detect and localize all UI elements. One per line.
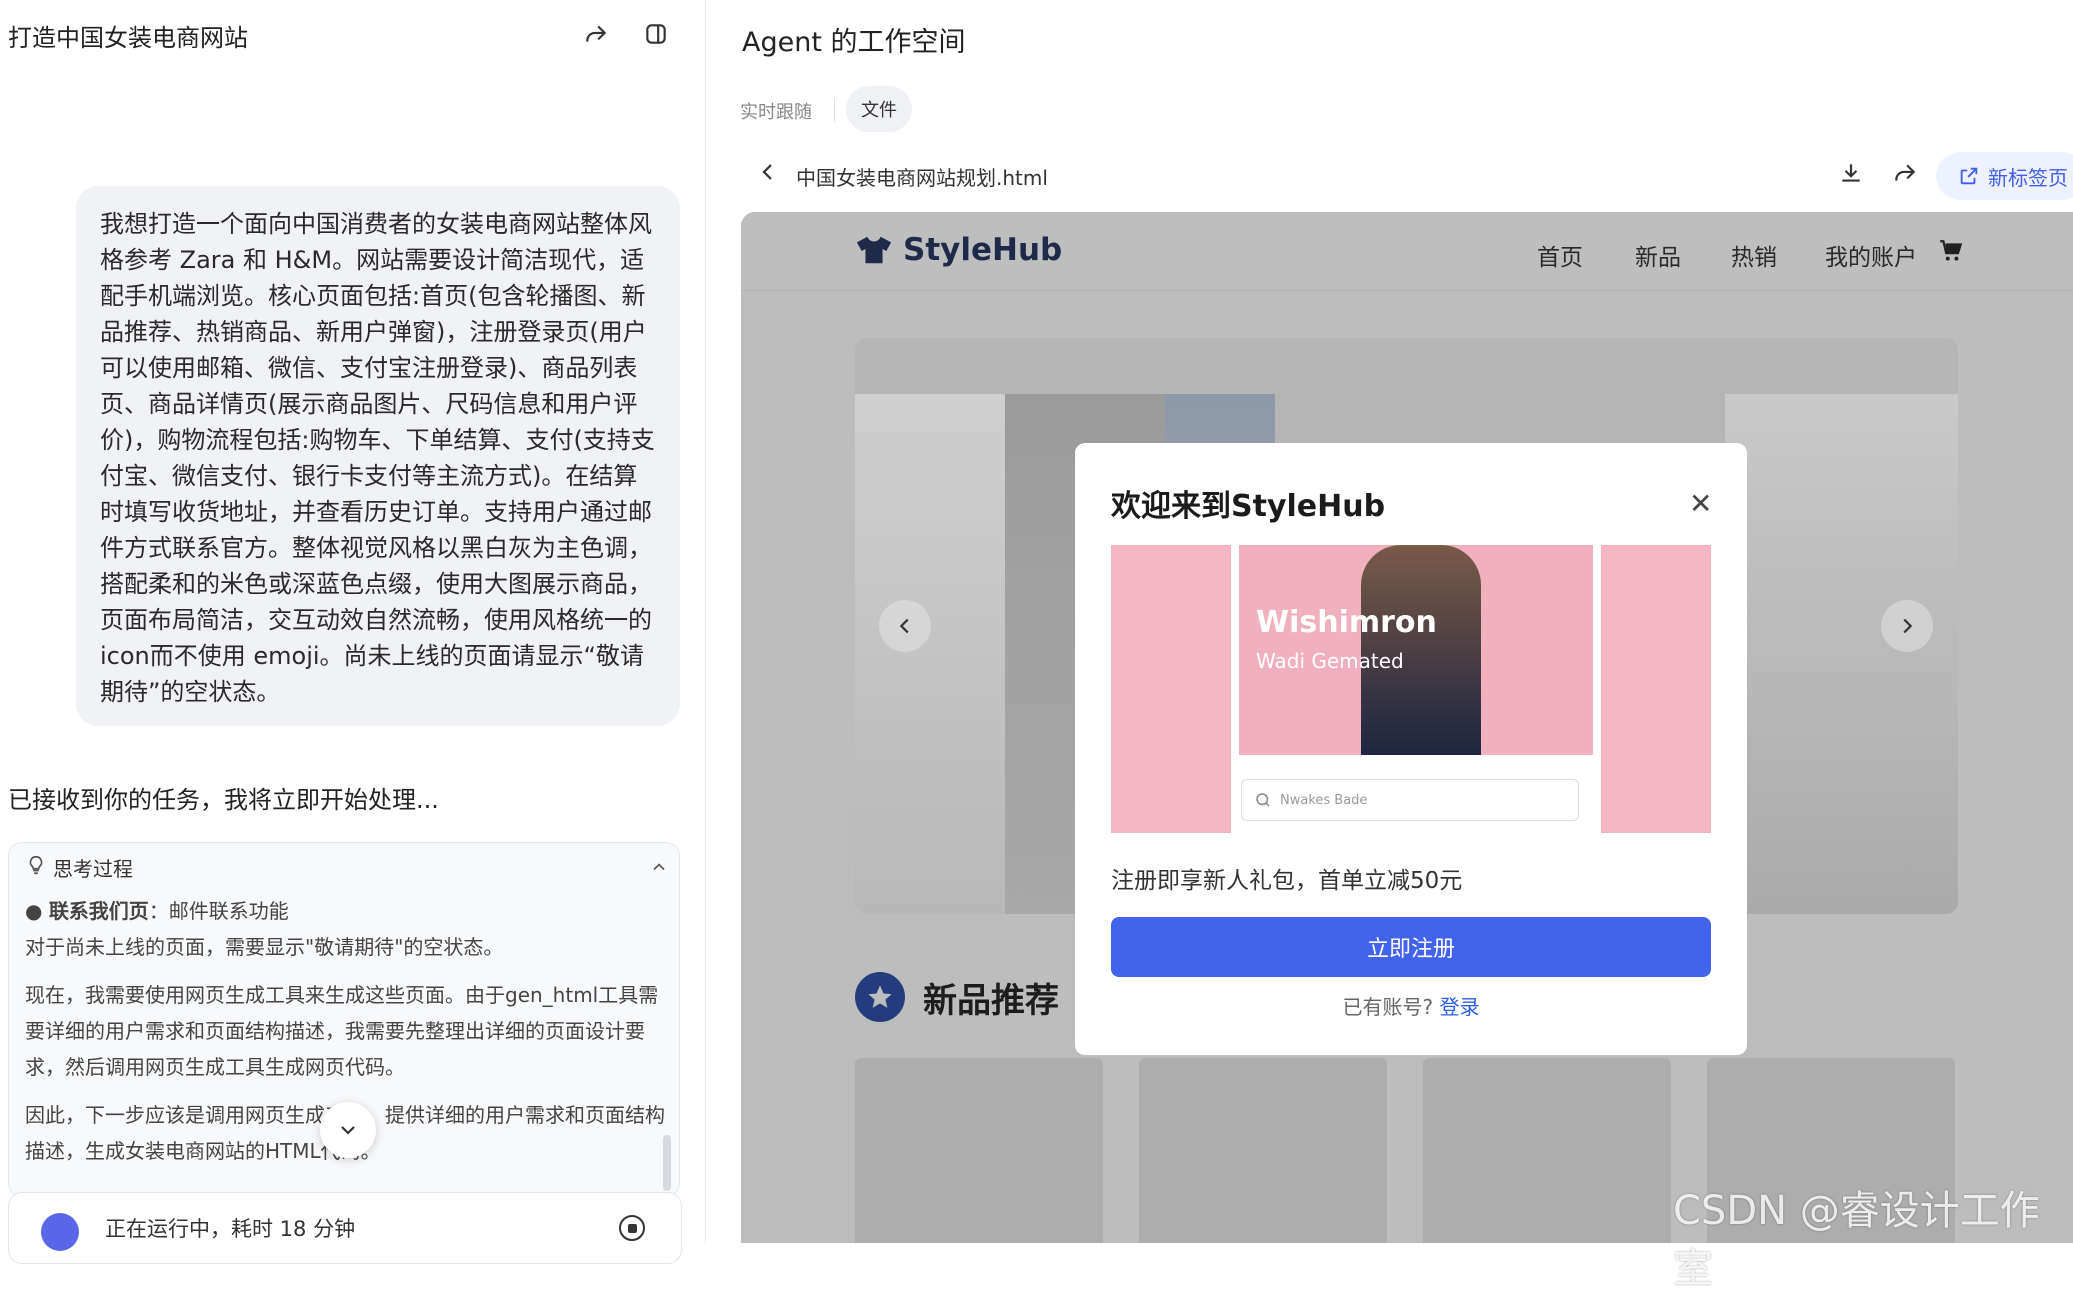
close-icon[interactable]: ✕ [1689,487,1712,520]
chat-pane: 打造中国女装电商网站 我想打造一个面向中国消费者的女装电商网站整体风格参考 Za… [0,0,705,1264]
modal-title: 欢迎来到StyleHub [1111,489,1386,524]
file-name: 中国女装电商网站规划.html [796,166,1048,190]
cart-icon[interactable] [1937,238,1965,268]
search-icon [1256,793,1270,807]
stop-icon [627,1223,637,1233]
run-status-text: 正在运行中，耗时 18 分钟 [105,1217,356,1241]
chevron-left-icon [899,618,909,634]
tab-live-follow[interactable]: 实时跟随 [740,98,812,124]
back-arrow-icon[interactable] [756,160,780,188]
login-link[interactable]: 登录 [1439,995,1479,1019]
section-title: 新品推荐 [923,980,1059,1021]
open-new-tab-button[interactable]: 新标签页 [1936,152,2073,200]
bullet-bold: 联系我们页 [48,899,149,923]
scroll-down-button[interactable] [320,1102,376,1158]
tshirt-icon [856,236,892,264]
toggle-panel-icon[interactable] [638,16,674,52]
stop-button[interactable] [619,1215,645,1241]
run-status-bar: 正在运行中，耗时 18 分钟 [8,1192,682,1264]
lightbulb-icon [25,854,47,881]
mockup-search-placeholder: Nwakes Bade [1280,792,1368,808]
site-navbar: StyleHub 首页 新品 热销 我的账户 [741,212,2073,291]
mockup-headline: Wishimron [1256,605,1437,640]
welcome-modal: 欢迎来到StyleHub ✕ Wishimron Wadi Gemated Nw… [1075,443,1747,1055]
site-logo[interactable]: StyleHub [855,232,1062,268]
assistant-reply: 已接收到你的任务，我将立即开始处理... [8,786,439,814]
nav-home[interactable]: 首页 [1537,238,1583,272]
login-prompt: 已有账号? 登录 [1075,991,1747,1020]
product-card[interactable] [1423,1058,1671,1243]
download-icon[interactable] [1838,160,1864,190]
carousel-prev-button[interactable] [879,600,931,652]
scrollbar-thumb[interactable] [663,1135,671,1191]
model-figure [855,394,1005,914]
nav-new[interactable]: 新品 [1635,238,1681,272]
watermark: CSDN @睿设计工作室 [1673,1188,2040,1292]
have-account-text: 已有账号? [1342,995,1434,1019]
agent-avatar [41,1213,79,1251]
product-card[interactable] [855,1058,1103,1243]
brand-name: StyleHub [903,232,1063,268]
external-link-icon [1960,167,1978,185]
thinking-label: 思考过程 [53,857,133,881]
nav-account[interactable]: 我的账户 [1825,238,1917,272]
share-file-icon[interactable] [1892,160,1918,190]
model-figure [1725,394,1958,914]
register-button[interactable]: 立即注册 [1111,917,1711,977]
new-tab-label: 新标签页 [1988,165,2068,190]
user-message: 我想打造一个面向中国消费者的女装电商网站整体风格参考 Zara 和 H&M。网站… [76,186,680,726]
chevron-up-icon[interactable] [649,857,669,881]
tab-files[interactable]: 文件 [846,86,912,132]
product-card[interactable] [1139,1058,1387,1243]
chat-title: 打造中国女装电商网站 [8,24,248,52]
mockup-subline: Wadi Gemated [1256,649,1404,673]
nav-hot[interactable]: 热销 [1731,238,1777,272]
workspace-title: Agent 的工作空间 [742,27,966,58]
section-new-arrivals: 新品推荐 [855,972,1059,1022]
chevron-down-icon [341,1126,355,1135]
tab-divider [834,98,835,122]
thinking-paragraph: 现在，我需要使用网页生成工具来生成这些页面。由于gen_html工具需要详细的用… [25,983,659,1079]
thinking-paragraph: 对于尚未上线的页面，需要显示"敬请期待"的空状态。 [25,935,504,959]
carousel-next-button[interactable] [1881,600,1933,652]
chevron-right-icon [1903,618,1913,634]
star-icon [855,972,905,1022]
promo-image: Wishimron Wadi Gemated Nwakes Bade [1111,545,1711,833]
bullet-rest: ：邮件联系功能 [148,899,289,923]
promo-text: 注册即享新人礼包，首单立减50元 [1111,868,1463,894]
thinking-header[interactable]: 思考过程 [25,853,133,882]
mockup-search: Nwakes Bade [1241,779,1579,821]
share-icon[interactable] [578,16,614,52]
